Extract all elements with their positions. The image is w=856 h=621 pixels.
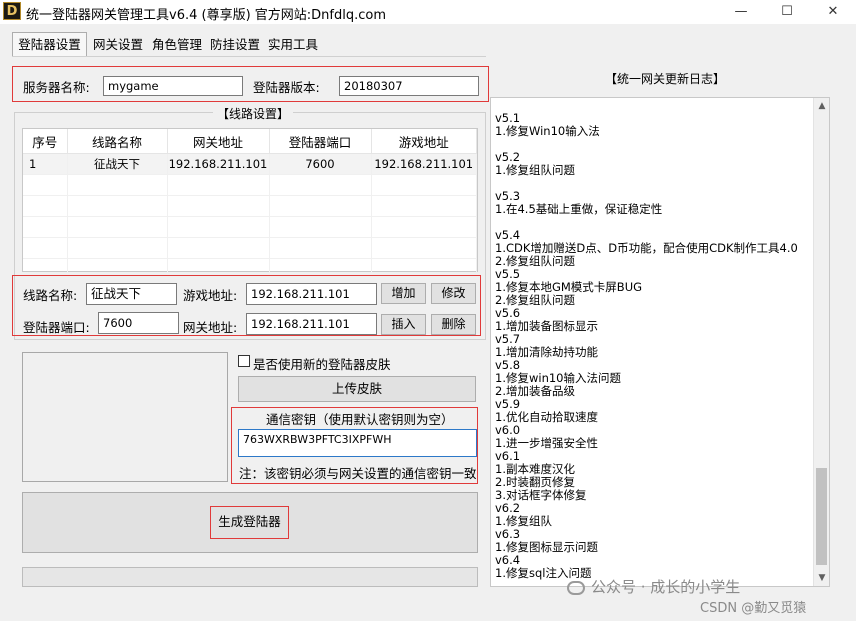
log-line: 1.增加装备图标显示 [495, 319, 598, 333]
delete-button[interactable]: 删除 [431, 314, 476, 335]
log-line: 2.修复组队问题 [495, 293, 575, 307]
csdn-watermark: CSDN @勤又觅猿 [700, 601, 807, 616]
wechat-watermark-text: 公众号 · 成长的小学生 [591, 578, 741, 596]
upload-skin-button[interactable]: 上传皮肤 [238, 376, 476, 402]
table-row [23, 237, 477, 259]
line-settings-title: 【线路设置】 [213, 105, 294, 122]
title-bar: D 统一登陆器网关管理工具v6.4 (尊享版) 官方网站:Dnfdlq.com … [0, 0, 856, 24]
maximize-icon[interactable]: ☐ [764, 0, 810, 24]
column-header[interactable]: 线路名称 [67, 129, 168, 154]
lines-table[interactable]: 序号 线路名称 网关地址 登陆器端口 游戏地址 1 征战天下 192.168.2… [22, 128, 478, 280]
server-info-section: 服务器名称: mygame 登陆器版本: 20180307 [12, 66, 489, 102]
log-line: 1.修复组队问题 [495, 163, 575, 177]
tab-anti-cheat[interactable]: 防挂设置 [206, 35, 264, 55]
progress-bar [22, 567, 478, 587]
tab-gateway-settings[interactable]: 网关设置 [88, 35, 148, 55]
log-scrollbar[interactable]: ▲ ▼ [813, 98, 829, 586]
log-line: 1.进一步增强安全性 [495, 436, 598, 450]
tab-role-management[interactable]: 角色管理 [148, 35, 206, 55]
table-cell: 征战天下 [67, 153, 168, 175]
scroll-up-arrow-icon[interactable]: ▲ [814, 98, 829, 114]
add-button[interactable]: 增加 [381, 283, 426, 304]
column-header[interactable]: 网关地址 [167, 129, 270, 154]
lines-table-header: 序号 线路名称 网关地址 登陆器端口 游戏地址 [23, 129, 477, 154]
wechat-watermark: 公众号 · 成长的小学生 [567, 576, 740, 597]
log-line: 2.增加装备品级 [495, 384, 575, 398]
window-title: 统一登陆器网关管理工具v6.4 (尊享版) 官方网站:Dnfdlq.com [26, 8, 386, 23]
log-line: 1.修复组队 [495, 514, 552, 528]
column-header[interactable]: 序号 [23, 129, 68, 154]
update-log-textarea[interactable]: v5.1 1.修复Win10输入法 v5.2 1.修复组队问题 v5.3 1.在4.5基础… [490, 97, 830, 587]
log-line: 2.修复组队问题 [495, 254, 575, 268]
tab-utilities[interactable]: 实用工具 [264, 35, 322, 55]
comm-key-note: 注：该密钥必须与网关设置的通信密钥一致 [239, 466, 477, 481]
table-cell: 1 [23, 153, 68, 175]
column-header[interactable]: 游戏地址 [371, 129, 477, 154]
line-form-section: 线路名称: 征战天下 游戏地址: 192.168.211.101 增加 修改 登… [12, 275, 481, 336]
new-skin-checkbox[interactable] [238, 355, 250, 367]
log-line: 1.增加清除劫持功能 [495, 345, 598, 359]
new-skin-label: 是否使用新的登陆器皮肤 [253, 357, 391, 372]
minimize-icon[interactable]: — [718, 0, 764, 24]
log-line: 1.在4.5基础上重做，保证稳定性 [495, 202, 663, 216]
game-address-label: 游戏地址: [183, 288, 238, 303]
scroll-down-arrow-icon[interactable]: ▼ [814, 570, 829, 586]
comm-key-input[interactable]: 763WXRBW3PFTC3IXPFWH [238, 429, 477, 457]
tab-divider [12, 56, 486, 57]
comm-key-title: 通信密钥（使用默认密钥则为空） [266, 412, 454, 427]
table-row [23, 216, 477, 238]
table-row [23, 195, 477, 217]
launcher-port-label: 登陆器端口: [23, 320, 90, 335]
tab-launcher-settings[interactable]: 登陆器设置 [12, 32, 87, 56]
table-cell: 7600 [269, 153, 372, 175]
modify-button[interactable]: 修改 [431, 283, 476, 304]
launcher-version-input[interactable]: 20180307 [339, 76, 479, 96]
wechat-icon [567, 580, 585, 595]
gateway-address-label: 网关地址: [183, 320, 238, 335]
update-log-content: v5.1 1.修复Win10输入法 v5.2 1.修复组队问题 v5.3 1.在4.5基础… [491, 99, 813, 580]
scroll-thumb[interactable] [816, 468, 827, 565]
table-cell: 192.168.211.101 [167, 153, 270, 175]
server-name-label: 服务器名称: [23, 80, 90, 95]
log-line: 1.优化自动拾取速度 [495, 410, 598, 424]
column-header[interactable]: 登陆器端口 [269, 129, 372, 154]
log-line: 1.修复图标显示问题 [495, 540, 598, 554]
insert-button[interactable]: 插入 [381, 314, 426, 335]
gateway-address-input[interactable]: 192.168.211.101 [246, 313, 377, 335]
line-name-input[interactable]: 征战天下 [86, 283, 177, 305]
launcher-port-input[interactable]: 7600 [98, 312, 179, 334]
server-name-input[interactable]: mygame [103, 76, 243, 96]
table-row [23, 174, 477, 196]
update-log-title: 【统一网关更新日志】 [605, 72, 726, 86]
launcher-version-label: 登陆器版本: [253, 80, 320, 95]
log-line: 3.对话框字体修复 [495, 488, 587, 502]
game-address-input[interactable]: 192.168.211.101 [246, 283, 377, 305]
generate-launcher-button[interactable]: 生成登陆器 [210, 506, 289, 539]
close-icon[interactable]: ✕ [810, 0, 856, 24]
line-name-label: 线路名称: [23, 288, 78, 303]
table-cell: 192.168.211.101 [371, 153, 477, 175]
skin-preview [22, 352, 228, 482]
app-logo-icon: D [3, 2, 21, 20]
comm-key-section: 通信密钥（使用默认密钥则为空） 763WXRBW3PFTC3IXPFWH 注：该… [231, 407, 478, 484]
log-line: 1.修复Win10输入法 [495, 124, 600, 138]
table-row[interactable]: 1 征战天下 192.168.211.101 7600 192.168.211.… [23, 153, 477, 175]
